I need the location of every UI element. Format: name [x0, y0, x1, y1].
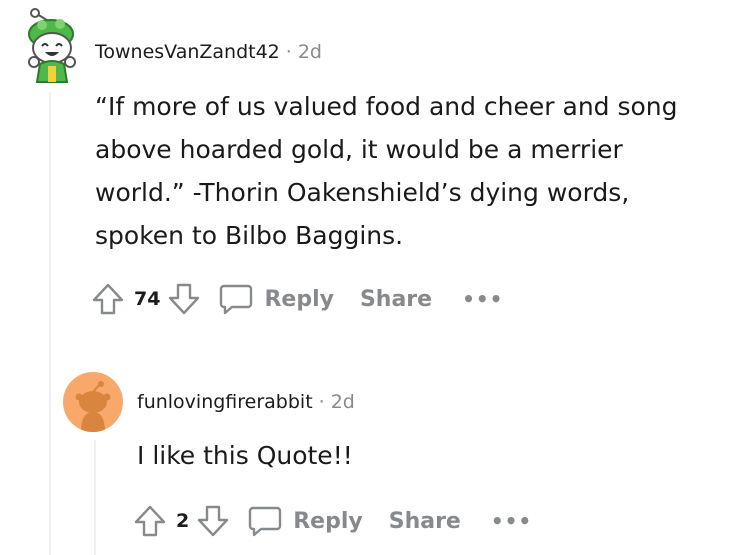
more-options-button[interactable]: •••: [491, 511, 532, 531]
username-link[interactable]: funlovingfirerabbit: [137, 391, 313, 413]
upvote-icon[interactable]: [88, 279, 128, 319]
comment-body: “If more of us valued food and cheer and…: [95, 85, 678, 257]
meta-separator: ·: [285, 41, 292, 63]
comment-meta: funlovingfirerabbit · 2d: [137, 390, 355, 414]
downvote-icon[interactable]: [193, 501, 233, 541]
reply-label: Reply: [264, 286, 334, 312]
reply-label: Reply: [293, 508, 363, 534]
comment-actions: 74 Reply Share •••: [88, 279, 503, 319]
comment-line: I like this Quote!!: [137, 441, 353, 470]
share-button[interactable]: Share: [389, 509, 461, 534]
timestamp[interactable]: 2d: [298, 41, 322, 63]
timestamp[interactable]: 2d: [331, 391, 355, 413]
default-orange-snoo-avatar-icon[interactable]: [63, 372, 123, 432]
comment-line: spoken to Bilbo Baggins.: [95, 221, 404, 250]
reply-button[interactable]: Reply: [216, 279, 334, 319]
username-link[interactable]: TownesVanZandt42: [95, 41, 280, 63]
vote-score: 74: [134, 288, 161, 310]
comment-meta: TownesVanZandt42 · 2d: [95, 40, 322, 64]
comment-bubble-icon: [245, 501, 285, 541]
share-button[interactable]: Share: [360, 287, 432, 312]
comment-line: world.” -Thorin Oakenshield’s dying word…: [95, 178, 630, 207]
comment-line: above hoarded gold, it would be a merrie…: [95, 135, 623, 164]
comment-bubble-icon: [216, 279, 256, 319]
meta-separator: ·: [318, 391, 325, 413]
comment-body: I like this Quote!!: [137, 434, 353, 477]
reply-button[interactable]: Reply: [245, 501, 363, 541]
vote-score: 2: [176, 510, 190, 532]
snoo-green-hat-avatar-icon[interactable]: [20, 8, 80, 84]
upvote-icon[interactable]: [130, 501, 170, 541]
comment-line: “If more of us valued food and cheer and…: [95, 92, 678, 121]
downvote-icon[interactable]: [164, 279, 204, 319]
thread-line-reply[interactable]: [94, 440, 96, 555]
thread-line-main[interactable]: [49, 92, 51, 555]
more-options-button[interactable]: •••: [462, 289, 503, 309]
comment-actions: 2 Reply Share •••: [130, 501, 532, 541]
